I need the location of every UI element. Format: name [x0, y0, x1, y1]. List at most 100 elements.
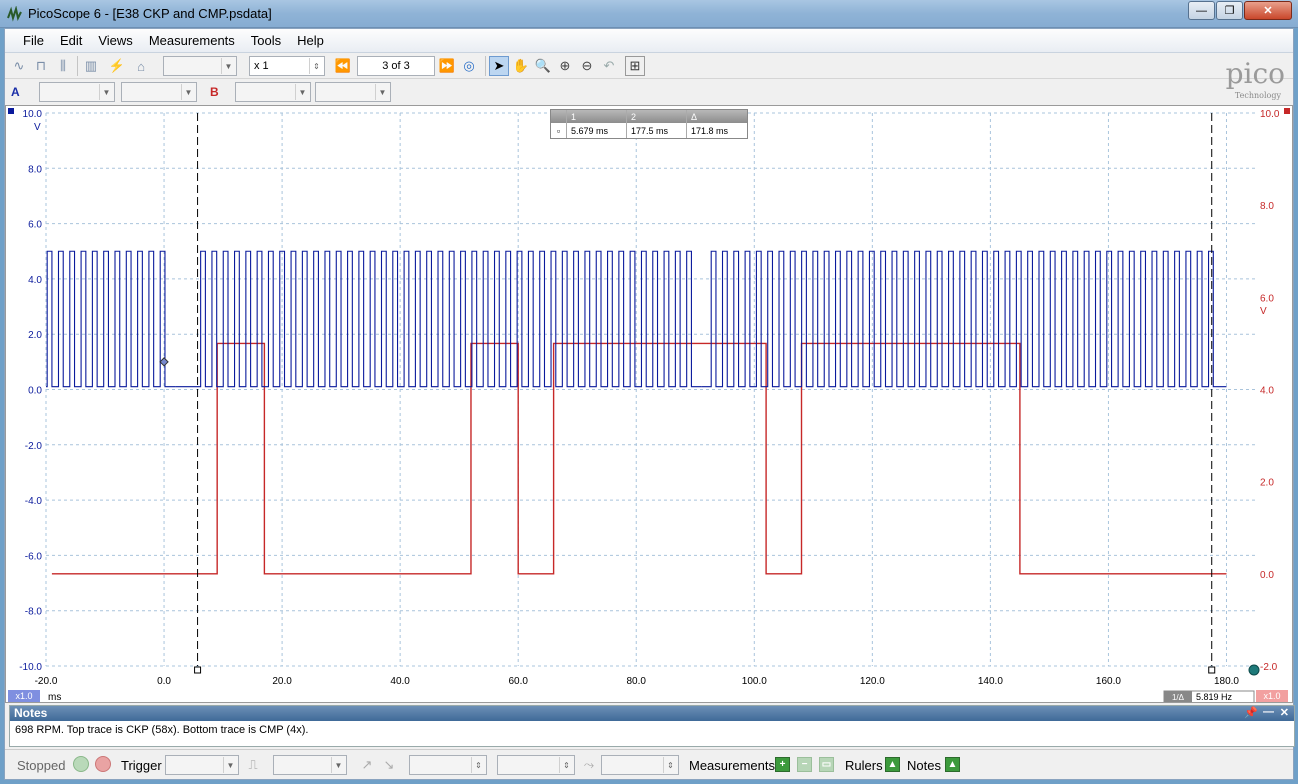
- buffer-navigator[interactable]: 3 of 3: [357, 56, 435, 76]
- channel-b-range-select[interactable]: ▼: [235, 82, 311, 102]
- y-tick-label-a: -8.0: [25, 607, 43, 618]
- buffer-overview-icon[interactable]: ◎: [459, 56, 479, 76]
- spin-icon: ⇕: [471, 757, 485, 773]
- remove-measurement-icon[interactable]: −: [797, 757, 812, 772]
- zoom-overview-icon[interactable]: ⊞: [625, 56, 645, 76]
- ruler-2-value: 177.5 ms: [627, 123, 687, 138]
- timebase-select[interactable]: ▼: [163, 56, 237, 76]
- falling-edge-icon[interactable]: ↘: [379, 755, 399, 775]
- axis-lock-icon: [1248, 664, 1260, 676]
- x-tick-label: 40.0: [390, 676, 410, 687]
- trigger-delay-icon[interactable]: ⤳: [579, 755, 599, 775]
- channel-a-label[interactable]: A: [11, 85, 20, 99]
- zoom-in-icon[interactable]: ⊕: [555, 56, 575, 76]
- channel-b-coupling-select[interactable]: ▼: [315, 82, 391, 102]
- zoom-factor-select[interactable]: x 1 ⇕: [249, 56, 325, 76]
- chevron-down-icon: ▼: [223, 757, 237, 773]
- buffer-position: 3 of 3: [382, 60, 410, 72]
- minimize-panel-icon[interactable]: —: [1263, 706, 1274, 718]
- y-tick-label-a: 10.0: [23, 109, 43, 120]
- rulers-toggle-icon[interactable]: ▲: [885, 757, 900, 772]
- notes-title: Notes: [14, 706, 48, 720]
- pin-icon[interactable]: 📌: [1244, 706, 1258, 719]
- select-pointer-icon[interactable]: ➤: [489, 56, 509, 76]
- notes-text[interactable]: 698 RPM. Top trace is CKP (58x). Bottom …: [10, 721, 1294, 739]
- x-tick-label: 180.0: [1214, 676, 1239, 687]
- trigger-threshold-input[interactable]: ⇕: [409, 755, 487, 775]
- channel-b-label[interactable]: B: [210, 85, 219, 99]
- rising-edge-icon[interactable]: ↗: [357, 755, 377, 775]
- trigger-mode-select[interactable]: ▼: [165, 755, 239, 775]
- persistence-mode-icon[interactable]: ⊓: [31, 56, 51, 76]
- ruler-legend[interactable]: 1 2 Δ ▫ 5.679 ms 177.5 ms 171.8 ms: [550, 109, 748, 139]
- zoom-out-icon[interactable]: ⊖: [577, 56, 597, 76]
- maximize-button[interactable]: ❐: [1216, 1, 1243, 20]
- y-tick-label-a: 0.0: [28, 386, 42, 397]
- channel-a-scale-text: x1.0: [15, 691, 32, 701]
- close-panel-icon[interactable]: ✕: [1280, 706, 1289, 719]
- chevron-down-icon: ▼: [181, 84, 195, 100]
- channel-options-icon[interactable]: ▥: [81, 56, 101, 76]
- menu-help[interactable]: Help: [289, 31, 332, 50]
- menu-tools[interactable]: Tools: [243, 31, 289, 50]
- channel-a-marker: [8, 108, 14, 114]
- minimize-button[interactable]: —: [1188, 1, 1215, 20]
- previous-buffer-icon[interactable]: ⏪: [333, 56, 353, 76]
- add-measurement-icon[interactable]: +: [775, 757, 790, 772]
- scope-plot[interactable]: 10.08.06.04.02.00.0-2.0-4.0-6.0-8.0-10.0…: [6, 106, 1292, 702]
- home-icon[interactable]: ⌂: [131, 56, 151, 76]
- restore-icon: ❐: [1224, 5, 1235, 17]
- zoom-factor-value: x 1: [254, 60, 269, 72]
- rulers-label: Rulers: [845, 758, 883, 773]
- menu-file[interactable]: File: [15, 31, 52, 50]
- y-tick-label-b: 6.0: [1260, 293, 1274, 304]
- channel-a-range-select[interactable]: ▼: [39, 82, 115, 102]
- title-bar: PicoScope 6 - [E38 CKP and CMP.psdata] —…: [0, 0, 1298, 28]
- scope-mode-icon[interactable]: ∿: [9, 56, 29, 76]
- spin-icon: ⇕: [559, 757, 573, 773]
- y-tick-label-a: -2.0: [25, 441, 43, 452]
- y-unit-b: V: [1260, 306, 1267, 317]
- chevron-down-icon: ▼: [99, 84, 113, 100]
- next-buffer-icon[interactable]: ⏩: [437, 56, 457, 76]
- y-tick-label-b: 4.0: [1260, 386, 1274, 397]
- x-unit: ms: [48, 692, 61, 702]
- x-tick-label: 120.0: [860, 676, 885, 687]
- y-tick-label-a: 2.0: [28, 330, 42, 341]
- channel-a-coupling-select[interactable]: ▼: [121, 82, 197, 102]
- menu-edit[interactable]: Edit: [52, 31, 90, 50]
- ruler-col-1: 1: [567, 110, 627, 123]
- notes-toggle-icon[interactable]: ▲: [945, 757, 960, 772]
- trigger-delay-input[interactable]: ⇕: [601, 755, 679, 775]
- spin-icon: ⇕: [663, 757, 677, 773]
- y-tick-label-a: 6.0: [28, 220, 42, 231]
- frequency-readout-prefix: 1/Δ: [1172, 693, 1185, 702]
- measurements-label: Measurements: [689, 758, 775, 773]
- spectrum-mode-icon[interactable]: ⫼: [53, 56, 73, 76]
- close-icon: ✕: [1263, 5, 1273, 17]
- start-icon[interactable]: [73, 756, 89, 772]
- status-bar: Stopped Trigger ▼ ⎍ ▼ ↗ ↘ ⇕ ⇕ ⤳ ⇕ Measur…: [5, 749, 1293, 779]
- stop-icon[interactable]: [95, 756, 111, 772]
- probe-icon[interactable]: ⚡: [107, 56, 127, 76]
- x-tick-label: 0.0: [157, 676, 171, 687]
- undo-zoom-icon[interactable]: ↶: [599, 56, 619, 76]
- hand-tool-icon[interactable]: ✋: [511, 56, 531, 76]
- menu-views[interactable]: Views: [90, 31, 140, 50]
- edit-measurement-icon[interactable]: ▭: [819, 757, 834, 772]
- advanced-trigger-icon[interactable]: ⎍: [243, 755, 263, 775]
- pre-trigger-input[interactable]: ⇕: [497, 755, 575, 775]
- x-tick-label: 100.0: [742, 676, 767, 687]
- ruler-checkbox[interactable]: ▫: [551, 123, 567, 138]
- notes-label: Notes: [907, 758, 941, 773]
- menu-measurements[interactable]: Measurements: [141, 31, 243, 50]
- scope-view[interactable]: 10.0 8.0 6.0 4.0 2.0 0.0 -2.0 -4.0 -6.0 -8.0 -10.0…: [5, 105, 1293, 703]
- x-tick-label: 60.0: [508, 676, 528, 687]
- close-button[interactable]: ✕: [1244, 1, 1292, 20]
- minimize-icon: —: [1196, 4, 1207, 17]
- time-ruler-handle: [194, 666, 202, 674]
- trigger-channel-select[interactable]: ▼: [273, 755, 347, 775]
- ruler-delta-value: 171.8 ms: [691, 125, 729, 136]
- zoom-area-icon[interactable]: 🔍: [533, 56, 553, 76]
- ruler-col-2: 2: [627, 110, 687, 123]
